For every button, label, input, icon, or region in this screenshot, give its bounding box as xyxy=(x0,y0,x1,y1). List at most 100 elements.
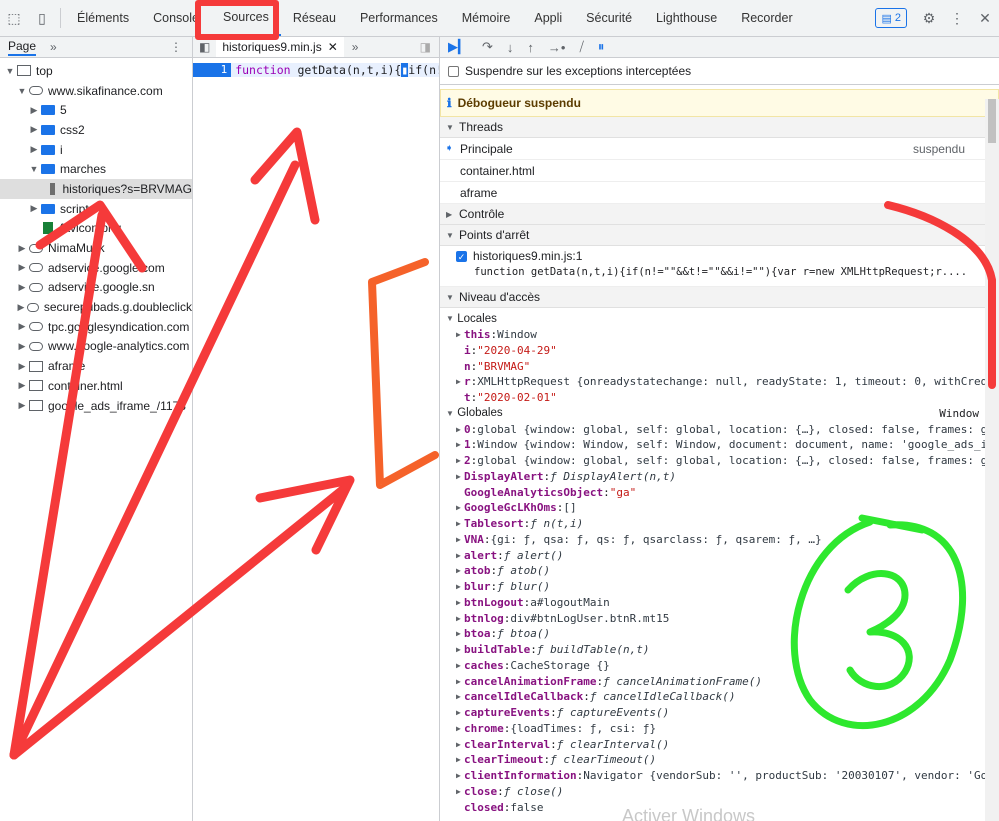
more-tabs-icon[interactable]: » xyxy=(352,40,359,54)
tree-node[interactable]: ▶ NimaMusk xyxy=(0,238,192,258)
inspect-icon[interactable]: ⬚ xyxy=(0,0,28,36)
tree-node[interactable]: ▼ www.sikafinance.com xyxy=(0,81,192,101)
tab-mmoire[interactable]: Mémoire xyxy=(450,0,523,36)
tab-scurit[interactable]: Sécurité xyxy=(574,0,644,36)
scope-property[interactable]: ▶ clearInterval: ƒ clearInterval() xyxy=(446,736,999,752)
tree-node[interactable]: ▶ 5 xyxy=(0,100,192,120)
step-over-icon[interactable]: ↷ xyxy=(482,39,493,55)
tree-node[interactable]: ▶ container.html xyxy=(0,376,192,396)
scope-property[interactable]: ▶ captureEvents: ƒ captureEvents() xyxy=(446,705,999,721)
device-toggle-icon[interactable]: ▯ xyxy=(28,0,56,36)
locals-header[interactable]: ▼ Locales xyxy=(446,311,999,327)
pause-on-exceptions-icon[interactable]: ⏸ xyxy=(598,39,605,55)
more-tabs-icon[interactable]: » xyxy=(50,40,57,54)
more-menu-icon[interactable]: ⋮ xyxy=(943,0,971,36)
scope-property[interactable]: ▶ clientInformation: Navigator {vendorSub… xyxy=(446,768,999,784)
tree-node[interactable]: ▼ marches xyxy=(0,159,192,179)
navigator-menu-icon[interactable]: ⋮ xyxy=(170,40,182,54)
scope-property[interactable]: ▶ 1: Window {window: Window, self: Window… xyxy=(446,437,999,453)
tab-console[interactable]: Console xyxy=(141,0,211,36)
scope-property[interactable]: ▶ GoogleGcLKhOms: [] xyxy=(446,500,999,516)
toggle-debugger-icon[interactable]: ◨ xyxy=(420,40,431,54)
scope-property[interactable]: ▶ cancelAnimationFrame: ƒ cancelAnimation… xyxy=(446,673,999,689)
tree-node[interactable]: favicon.png xyxy=(0,219,192,239)
tree-node[interactable]: ▶ google_ads_iframe_/1178 xyxy=(0,396,192,416)
editor-file-tab[interactable]: historiques9.min.js ✕ xyxy=(216,37,344,57)
issues-badge[interactable]: ▤ 2 xyxy=(875,8,907,28)
tab-performances[interactable]: Performances xyxy=(348,0,450,36)
scope-property[interactable]: i: "2020-04-29" xyxy=(446,343,999,359)
tree-node[interactable]: ▶ tpc.googlesyndication.com xyxy=(0,317,192,337)
tab-appli[interactable]: Appli xyxy=(522,0,574,36)
pause-caught-exceptions[interactable]: Suspendre sur les exceptions interceptée… xyxy=(440,58,999,85)
step-out-icon[interactable]: ↑ xyxy=(527,40,534,55)
threads-section-header[interactable]: ▼ Threads xyxy=(440,117,999,138)
scope-property[interactable]: n: "BRVMAG" xyxy=(446,358,999,374)
tree-node[interactable]: ▶ adservice.google.sn xyxy=(0,278,192,298)
tree-node[interactable]: ▼ top xyxy=(0,61,192,81)
tab-sources[interactable]: Sources xyxy=(210,0,281,36)
gear-icon[interactable]: ⚙ xyxy=(915,0,943,36)
property-value: "2020-02-01" xyxy=(477,391,557,405)
tree-node[interactable]: ▶ i xyxy=(0,140,192,160)
pause-exceptions-checkbox[interactable] xyxy=(448,65,459,77)
scope-property[interactable]: ▶ atob: ƒ atob() xyxy=(446,563,999,579)
tree-node[interactable]: ▶ scripts xyxy=(0,199,192,219)
breakpoint-item[interactable]: ✓ historiques9.min.js:1 function getData… xyxy=(440,246,999,287)
scope-property[interactable]: ▶ Tablesort: ƒ n(t,i) xyxy=(446,516,999,532)
tree-node-label: top xyxy=(36,63,53,78)
globals-header[interactable]: ▼ Globales Window xyxy=(446,406,999,422)
colon: : xyxy=(470,391,478,405)
scope-property[interactable]: ▶ VNA: {gi: ƒ, qsa: ƒ, qs: ƒ, qsarclass: … xyxy=(446,532,999,548)
breakpoint-checkbox[interactable]: ✓ xyxy=(456,250,467,262)
scrollbar-thumb[interactable] xyxy=(988,99,996,143)
tab-recorder[interactable]: Recorder xyxy=(729,0,804,36)
thread-item[interactable]: aframe xyxy=(440,182,999,204)
tab-rseau[interactable]: Réseau xyxy=(281,0,348,36)
scope-property[interactable]: ▶ close: ƒ close() xyxy=(446,784,999,800)
thread-item[interactable]: ➧ Principale suspendu xyxy=(440,138,999,160)
line-number[interactable]: 1 xyxy=(193,63,232,77)
step-icon[interactable]: →• xyxy=(548,40,566,55)
tree-node[interactable]: historiques?s=BRVMAG xyxy=(0,179,192,199)
tree-node[interactable]: ▶ css2 xyxy=(0,120,192,140)
watch-section-header[interactable]: ▶ Contrôle xyxy=(440,204,999,225)
close-icon[interactable]: ✕ xyxy=(971,0,999,36)
scope-property[interactable]: ▶ DisplayAlert: ƒ DisplayAlert(n,t) xyxy=(446,469,999,485)
expand-triangle-icon: ▶ xyxy=(456,456,461,466)
scope-property[interactable]: ▶ btnLogout: a#logoutMain xyxy=(446,595,999,611)
close-tab-icon[interactable]: ✕ xyxy=(328,40,338,54)
scope-property[interactable]: ▶ btnlog: div#btnLogUser.btnR.mt15 xyxy=(446,610,999,626)
tree-node[interactable]: ▶ aframe xyxy=(0,356,192,376)
resume-icon[interactable]: ▶▎ xyxy=(448,39,468,55)
scope-property[interactable]: ▶ alert: ƒ alert() xyxy=(446,547,999,563)
scope-property[interactable]: ▶ 0: global {window: global, self: global… xyxy=(446,421,999,437)
scope-property[interactable]: t: "2020-02-01" xyxy=(446,390,999,406)
scope-property[interactable]: ▶ blur: ƒ blur() xyxy=(446,579,999,595)
step-into-icon[interactable]: ↓ xyxy=(507,40,514,55)
tab-lighthouse[interactable]: Lighthouse xyxy=(644,0,729,36)
scope-property[interactable]: GoogleAnalyticsObject: "ga" xyxy=(446,484,999,500)
scope-property[interactable]: closed: false xyxy=(446,799,999,815)
code-line[interactable]: 1 function getData(n,t,i){▮if(n!= xyxy=(193,63,439,77)
scope-property[interactable]: ▶ btoa: ƒ btoa() xyxy=(446,626,999,642)
scope-property[interactable]: ▶ r: XMLHttpRequest {onreadystatechange: … xyxy=(446,374,999,390)
tab-lments[interactable]: Éléments xyxy=(65,0,141,36)
scrollbar[interactable] xyxy=(985,99,999,821)
tree-node[interactable]: ▶ adservice.google.com xyxy=(0,258,192,278)
breakpoints-section-header[interactable]: ▼ Points d'arrêt xyxy=(440,225,999,246)
deactivate-breakpoints-icon[interactable]: ⧸ xyxy=(579,39,583,55)
scope-property[interactable]: ▶ caches: CacheStorage {} xyxy=(446,658,999,674)
scope-property[interactable]: ▶ chrome: {loadTimes: ƒ, csi: ƒ} xyxy=(446,721,999,737)
tree-node[interactable]: ▶ securepubads.g.doubleclick xyxy=(0,297,192,317)
thread-item[interactable]: container.html xyxy=(440,160,999,182)
scope-property[interactable]: ▶ clearTimeout: ƒ clearTimeout() xyxy=(446,752,999,768)
tab-page[interactable]: Page xyxy=(8,39,37,56)
scope-property[interactable]: ▶ buildTable: ƒ buildTable(n,t) xyxy=(446,642,999,658)
scope-property[interactable]: ▶ 2: global {window: global, self: global… xyxy=(446,453,999,469)
toggle-navigator-icon[interactable]: ◧ xyxy=(193,40,216,54)
scope-property[interactable]: ▶ cancelIdleCallback: ƒ cancelIdleCallbac… xyxy=(446,689,999,705)
tree-node[interactable]: ▶ www.google-analytics.com xyxy=(0,337,192,357)
scope-section-header[interactable]: ▼ Niveau d'accès xyxy=(440,287,999,308)
scope-property[interactable]: ▶ this: Window xyxy=(446,327,999,343)
